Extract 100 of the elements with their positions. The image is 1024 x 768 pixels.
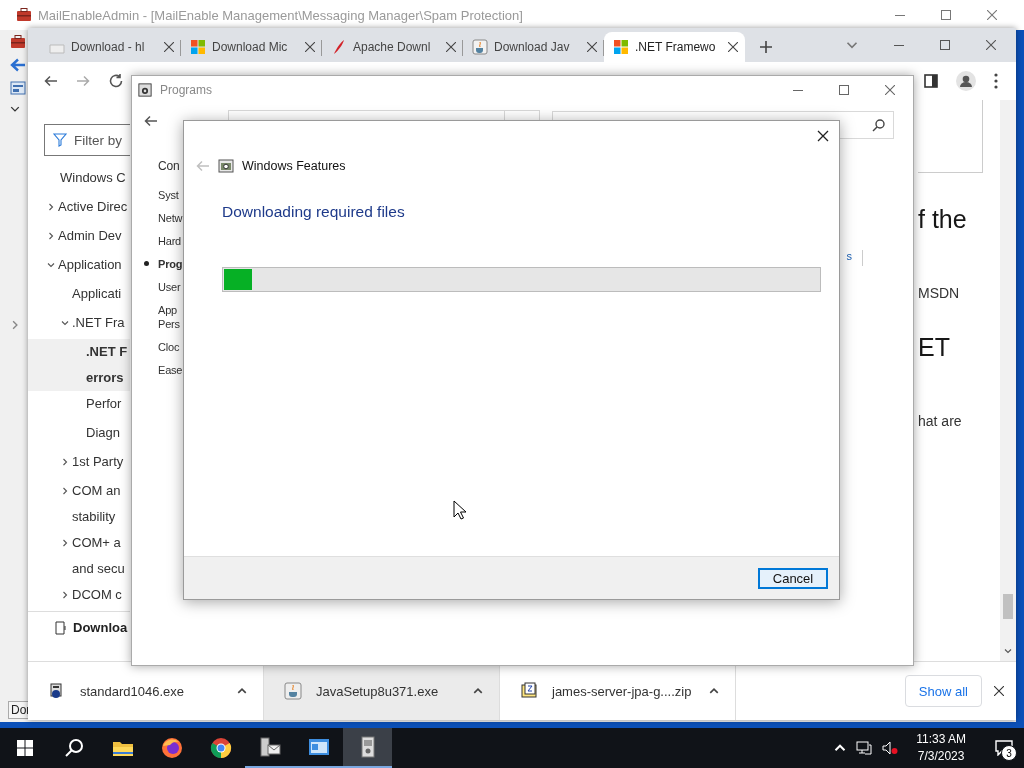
clock-date[interactable]: 7/3/2023 xyxy=(917,748,965,765)
network-icon[interactable] xyxy=(856,741,873,755)
back-arrow-icon[interactable] xyxy=(44,75,58,87)
chevron-right-icon[interactable] xyxy=(61,539,69,547)
scrollbar[interactable] xyxy=(1000,100,1016,661)
nav-link[interactable]: Prog xyxy=(158,257,183,271)
close-icon[interactable] xyxy=(817,130,829,142)
article-heading: f the xyxy=(918,204,968,235)
cursor-icon xyxy=(453,500,466,520)
control-panel-icon xyxy=(358,736,377,758)
java-cup-icon xyxy=(472,39,488,55)
taskbar-button[interactable] xyxy=(343,728,392,768)
search-icon[interactable] xyxy=(63,738,84,758)
scrollbar-thumb[interactable] xyxy=(1003,594,1013,619)
download-page-icon xyxy=(55,620,67,635)
window-app-icon xyxy=(307,737,330,757)
mail-server-icon xyxy=(258,736,281,758)
nav-link[interactable]: Ease xyxy=(158,363,183,377)
search-icon xyxy=(872,118,885,132)
browser-tab[interactable]: Download Mic xyxy=(181,32,322,62)
start-button[interactable] xyxy=(16,740,33,756)
chrome-icon xyxy=(209,737,232,759)
reload-icon[interactable] xyxy=(108,73,124,89)
filter-field[interactable]: Filter by xyxy=(44,124,130,156)
volume-muted-icon[interactable] xyxy=(882,741,899,755)
tree-item[interactable]: Windows C xyxy=(60,165,126,191)
notifications-button[interactable]: 3 xyxy=(984,728,1024,768)
nav-link[interactable]: User xyxy=(158,280,181,294)
profile-icon[interactable] xyxy=(956,71,976,91)
chevron-right-icon[interactable] xyxy=(61,591,69,599)
tree-item[interactable]: DCOM c xyxy=(72,582,122,608)
side-panel-icon[interactable] xyxy=(924,74,938,88)
tree-item[interactable]: Diagn xyxy=(86,420,120,446)
back-arrow-icon[interactable] xyxy=(144,115,158,127)
tree-item[interactable]: Active Direc xyxy=(58,194,128,220)
zip-file-icon xyxy=(520,682,538,700)
firefox-icon xyxy=(160,737,183,759)
tab-close-icon[interactable] xyxy=(305,42,315,52)
browser-tab[interactable]: .NET Framewo xyxy=(604,32,745,62)
tree-item[interactable]: Applicati xyxy=(72,281,122,307)
back-arrow-icon[interactable] xyxy=(10,58,26,72)
browser-tab[interactable]: Download - hl xyxy=(40,32,181,62)
control-panel-icon xyxy=(138,83,152,97)
show-all-button[interactable]: Show all xyxy=(904,675,982,707)
status-heading: Downloading required files xyxy=(222,203,406,221)
nav-link[interactable]: Syst xyxy=(158,188,179,202)
microsoft-logo-icon xyxy=(190,39,206,55)
tree-item[interactable]: .NET F errors xyxy=(86,339,128,391)
chevron-down-icon[interactable] xyxy=(47,261,55,269)
tree-item[interactable]: .NET Fra xyxy=(72,310,125,336)
mailbox-icon[interactable] xyxy=(10,80,26,96)
tab-close-icon[interactable] xyxy=(728,42,738,52)
tab-close-icon[interactable] xyxy=(587,42,597,52)
browser-tab[interactable]: Apache Downl xyxy=(322,32,463,62)
article-heading: ET xyxy=(918,332,951,363)
microsoft-logo-icon xyxy=(613,39,629,55)
chevron-right-icon[interactable] xyxy=(47,203,55,211)
tab-close-icon[interactable] xyxy=(446,42,456,52)
close-icon[interactable] xyxy=(994,686,1004,696)
cancel-button[interactable]: Cancel xyxy=(758,567,828,589)
new-tab-icon[interactable] xyxy=(759,40,773,54)
feather-icon xyxy=(331,39,347,55)
notification-icon xyxy=(995,740,1013,756)
nav-link[interactable]: Hard xyxy=(158,234,182,248)
tree-item[interactable]: COM+ a and secu xyxy=(72,530,125,582)
briefcase-icon xyxy=(16,7,32,23)
nav-link[interactable]: Cloc xyxy=(158,340,180,354)
nav-link[interactable]: App Pers xyxy=(158,303,180,331)
chevron-right-icon[interactable] xyxy=(61,487,69,495)
scroll-down-icon xyxy=(1004,647,1012,655)
chevron-right-icon[interactable] xyxy=(61,458,69,466)
clock-time[interactable]: 11:33 AM xyxy=(916,731,966,748)
nav-link[interactable]: Netw xyxy=(158,211,183,225)
toolbar-briefcase-icon xyxy=(10,34,26,50)
expand-chevron-icon xyxy=(10,320,20,330)
maximize-icon[interactable] xyxy=(940,40,950,50)
java-cup-icon xyxy=(284,682,302,700)
dialog-title: Windows Features xyxy=(242,159,346,173)
link[interactable]: s xyxy=(846,250,852,262)
menu-icon[interactable] xyxy=(994,73,998,89)
maximize-icon[interactable] xyxy=(839,85,849,95)
show-hidden-icons-icon xyxy=(834,742,847,754)
window-title: Programs xyxy=(160,83,212,97)
chevron-up-icon xyxy=(709,686,719,696)
tree-item[interactable]: Admin Dev xyxy=(58,223,122,249)
tree-item[interactable]: Perfor xyxy=(86,391,122,417)
folder-icon xyxy=(111,739,134,757)
article-text: hat are xyxy=(918,413,963,429)
downloads-button[interactable]: Downloa xyxy=(28,611,130,635)
window-title: MailEnableAdmin - [MailEnable Management\Messaging Manager\Spam Protection] xyxy=(38,7,523,23)
chevron-down-icon[interactable] xyxy=(61,319,69,327)
tree-item[interactable]: 1st Party xyxy=(72,449,124,475)
chevron-down-icon xyxy=(10,104,20,114)
tab-close-icon[interactable] xyxy=(164,42,174,52)
tree-item[interactable]: Application xyxy=(58,252,122,278)
browser-tab[interactable]: Download Jav xyxy=(463,32,604,62)
maximize-icon[interactable] xyxy=(941,10,951,20)
tree-item[interactable]: COM an stability xyxy=(72,478,121,530)
chevron-up-icon xyxy=(237,686,247,696)
chevron-right-icon[interactable] xyxy=(47,232,55,240)
